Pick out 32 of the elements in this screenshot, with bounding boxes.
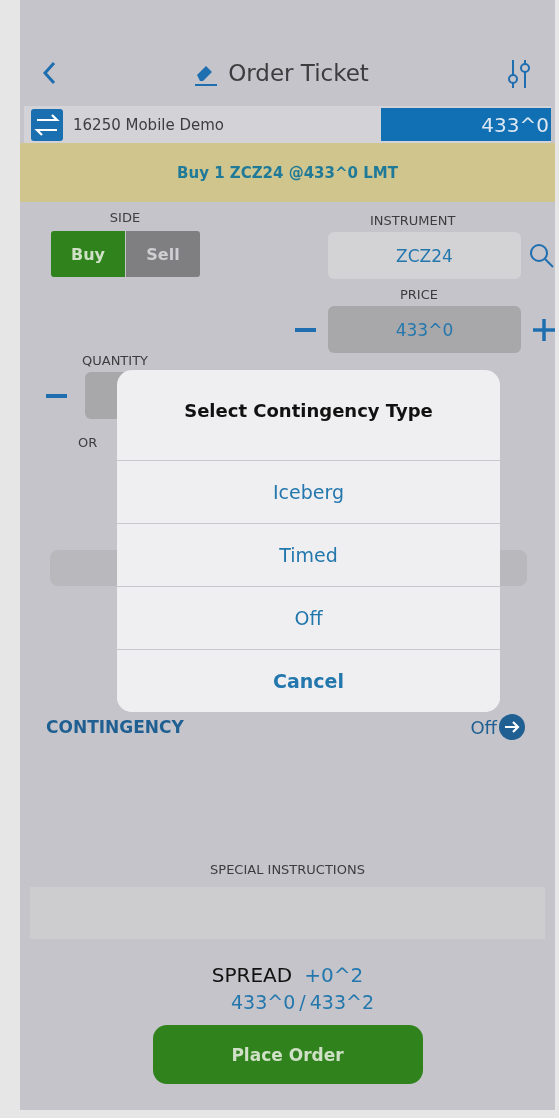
instrument-field[interactable]: ZCZ24 <box>328 232 521 279</box>
special-instructions-label: SPECIAL INSTRUCTIONS <box>210 862 365 877</box>
spread-value: +0^2 <box>304 963 364 987</box>
plus-icon[interactable] <box>533 318 555 341</box>
order-type-label: OR <box>78 435 99 450</box>
arrow-circle-icon[interactable] <box>499 714 525 740</box>
bid-price: 433^0 <box>231 991 296 1013</box>
side-toggle[interactable]: Buy <box>51 231 125 277</box>
account-name: 16250 Mobile Demo <box>73 115 226 134</box>
cancel-button[interactable]: Cancel <box>117 649 500 712</box>
back-icon[interactable] <box>42 61 56 85</box>
last-price: 433^0 <box>381 108 551 141</box>
minus-icon[interactable] <box>295 327 316 332</box>
minus-icon[interactable] <box>46 393 67 398</box>
price-label: PRICE <box>400 287 438 302</box>
separator: / <box>299 991 306 1013</box>
search-icon[interactable] <box>529 242 555 269</box>
quantity-label: QUANTITY <box>82 353 150 368</box>
side-label: SIDE <box>109 210 141 225</box>
place-order-button[interactable]: Place Order <box>152 1025 423 1084</box>
spread-label: SPREAD <box>211 963 293 987</box>
side-toggle[interactable]: Sell <box>126 231 200 277</box>
dialog-title: Select Contingency Type <box>183 398 434 423</box>
price-field[interactable]: 433^0 <box>328 306 521 353</box>
contingency-label: CONTINGENCY <box>46 717 184 737</box>
order-summary: Buy 1 ZCZ24 @433^0 LMT <box>20 143 555 202</box>
contingency-value: Off <box>470 716 497 738</box>
instrument-label: INSTRUMENT <box>370 213 456 228</box>
ask-price: 433^2 <box>309 991 374 1013</box>
screen-title: Order Ticket <box>228 60 369 86</box>
swap-icon[interactable] <box>31 108 63 141</box>
sliders-icon[interactable] <box>505 58 533 88</box>
